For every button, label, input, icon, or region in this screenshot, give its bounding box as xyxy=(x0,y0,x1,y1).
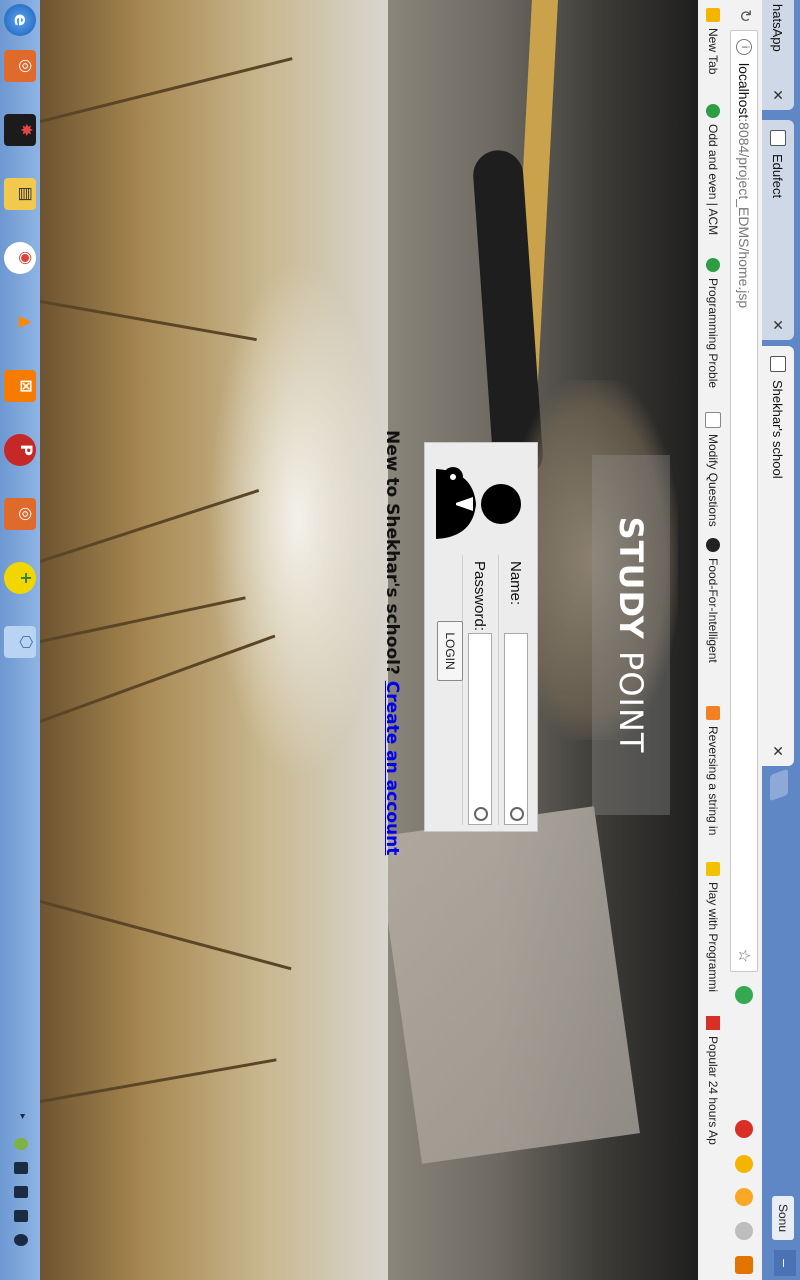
xampp-icon[interactable]: ⊠ xyxy=(4,370,36,402)
extension-gray-icon[interactable] xyxy=(735,1222,753,1240)
bookmark-label: Modify Questions xyxy=(706,434,720,527)
site-title-light: POINT xyxy=(612,639,650,754)
bookmark-label: Programming Proble xyxy=(706,278,720,389)
bookmark-label: Food-For-Intelligent xyxy=(706,558,720,663)
bookmark-label: Reversing a string in xyxy=(706,726,720,836)
sky-glow xyxy=(208,260,388,780)
user-key-icon xyxy=(436,467,521,539)
tab-whatsapp[interactable]: hatsApp ✕ xyxy=(762,0,794,110)
powerpoint-icon[interactable]: P xyxy=(4,434,36,466)
app-camera-icon[interactable]: ◎ xyxy=(4,498,36,530)
hackerearth-icon xyxy=(706,258,720,272)
name-row: Name: xyxy=(498,555,533,825)
bookmark-label: Popular 24 hours Ap xyxy=(706,1036,720,1145)
bookmark-new-tab[interactable]: New Tab xyxy=(704,8,722,100)
wheat-stalk xyxy=(40,57,293,123)
password-row: Password: xyxy=(462,555,497,825)
bookmark-modify-questions[interactable]: Modify Questions xyxy=(704,412,722,532)
address-bar[interactable]: i localhost :8084/project_EDMS/home.jsp … xyxy=(730,30,758,972)
tray-expand-icon[interactable]: ▸ xyxy=(14,1114,28,1126)
start-button[interactable]: e xyxy=(4,4,36,36)
page-content: STUDY POINT Name: Password: LOGIN New to… xyxy=(40,0,698,1280)
bookmark-popular-24-hours[interactable]: Popular 24 hours Ap xyxy=(704,1016,722,1176)
login-button[interactable]: LOGIN xyxy=(437,621,463,681)
site-title-box: STUDY POINT xyxy=(592,455,670,815)
volume-icon[interactable] xyxy=(14,1234,28,1246)
reload-icon[interactable]: ↻ xyxy=(735,6,755,26)
password-manager-icon[interactable] xyxy=(510,807,524,821)
bookmark-odd-even[interactable]: Odd and even | ACM xyxy=(704,104,722,252)
url-path: :8084/project_EDMS/home.jsp xyxy=(736,118,752,309)
chrome-icon[interactable]: ◉ xyxy=(4,242,36,274)
app-screenshot-icon[interactable]: ◎ xyxy=(4,50,36,82)
stackoverflow-icon xyxy=(706,706,720,720)
tray-device-icon[interactable] xyxy=(14,1162,28,1174)
papers-image xyxy=(376,806,640,1164)
github-icon xyxy=(706,538,720,552)
password-input[interactable] xyxy=(468,633,492,825)
apps-icon xyxy=(706,8,720,22)
signup-prompt: New to Shekhar's school? Create an accou… xyxy=(382,430,402,855)
tab-close-icon[interactable]: ✕ xyxy=(770,742,787,760)
browser-toolbar: ↻ i localhost :8084/project_EDMS/home.js… xyxy=(728,0,762,1280)
password-manager-icon[interactable] xyxy=(474,807,488,821)
tray-app-icon[interactable] xyxy=(14,1138,28,1150)
bookmark-label: New Tab xyxy=(706,28,720,75)
tab-label: hatsApp xyxy=(770,4,786,52)
system-tray: ▸ xyxy=(8,1112,32,1272)
site-title-bold: STUDY xyxy=(612,516,650,640)
codechef-icon xyxy=(706,862,720,876)
search-extension-icon[interactable] xyxy=(735,1155,753,1173)
bookmark-star-icon[interactable]: ☆ xyxy=(734,949,754,963)
bookmark-reversing-string[interactable]: Reversing a string in xyxy=(704,706,722,856)
menu-icon[interactable] xyxy=(735,1256,753,1274)
password-label: Password: xyxy=(471,561,489,632)
vlc-icon[interactable]: ▲ xyxy=(4,306,36,338)
extension-check-icon[interactable] xyxy=(735,986,753,1004)
wheat-stalk xyxy=(40,1058,277,1103)
tab-close-icon[interactable]: ✕ xyxy=(770,316,787,334)
page-icon xyxy=(705,412,721,428)
new-tab-button[interactable] xyxy=(770,768,788,802)
tab-strip: hatsApp ✕ Edufect ✕ Shekhar's school ✕ S… xyxy=(762,0,800,1280)
bookmark-label: Play with Programmi xyxy=(706,882,720,993)
tab-label: Shekhar's school xyxy=(770,380,786,479)
bookmark-label: Odd and even | ACM xyxy=(706,124,720,236)
profile-button[interactable]: Sonu xyxy=(772,1196,794,1240)
edufect-favicon-icon xyxy=(770,130,786,146)
login-form: Name: Password: LOGIN xyxy=(424,442,538,832)
x-icon xyxy=(706,1016,720,1030)
wheat-field-background xyxy=(40,0,388,1280)
battery-icon[interactable] xyxy=(14,1186,28,1198)
file-explorer-icon[interactable]: ▤ xyxy=(4,178,36,210)
signup-text: New to Shekhar's school? xyxy=(382,430,402,681)
bookmark-programming-problems[interactable]: Programming Proble xyxy=(704,258,722,406)
info-icon[interactable]: i xyxy=(736,39,752,55)
bookmarks-bar: New Tab Odd and even | ACM Programming P… xyxy=(697,0,728,1280)
site-title: STUDY POINT xyxy=(612,517,650,754)
minimize-button[interactable]: – xyxy=(774,1250,796,1276)
page-favicon-icon xyxy=(770,356,786,372)
tab-edufect[interactable]: Edufect ✕ xyxy=(762,120,794,340)
opera-extension-icon[interactable] xyxy=(735,1120,753,1138)
create-account-link[interactable]: Create an account xyxy=(382,681,402,856)
virtualbox-icon[interactable]: ⬡ xyxy=(4,626,36,658)
url-host: localhost xyxy=(736,63,752,119)
screen: hatsApp ✕ Edufect ✕ Shekhar's school ✕ S… xyxy=(0,0,800,1280)
hackerearth-icon xyxy=(706,104,720,118)
signal-icon[interactable] xyxy=(14,1210,28,1222)
tab-close-icon[interactable]: ✕ xyxy=(770,86,787,104)
name-label: Name: xyxy=(507,561,525,606)
bookmark-food-for-intelligent[interactable]: Food-For-Intelligent xyxy=(704,538,722,698)
extension-icon[interactable] xyxy=(735,1188,753,1206)
bookmark-play-with-programming[interactable]: Play with Programmi xyxy=(704,862,722,1012)
wheat-stalk xyxy=(40,900,292,971)
name-input[interactable] xyxy=(504,633,528,825)
app-add-icon[interactable]: + xyxy=(4,562,36,594)
app-network-icon[interactable]: ✸ xyxy=(4,114,36,146)
tab-shekhars-school[interactable]: Shekhar's school ✕ xyxy=(762,346,794,766)
taskbar: e ◎ ✸ ▤ ◉ ▲ ⊠ P ◎ + ⬡ ▸ xyxy=(0,0,40,1280)
tab-label: Edufect xyxy=(770,154,786,199)
